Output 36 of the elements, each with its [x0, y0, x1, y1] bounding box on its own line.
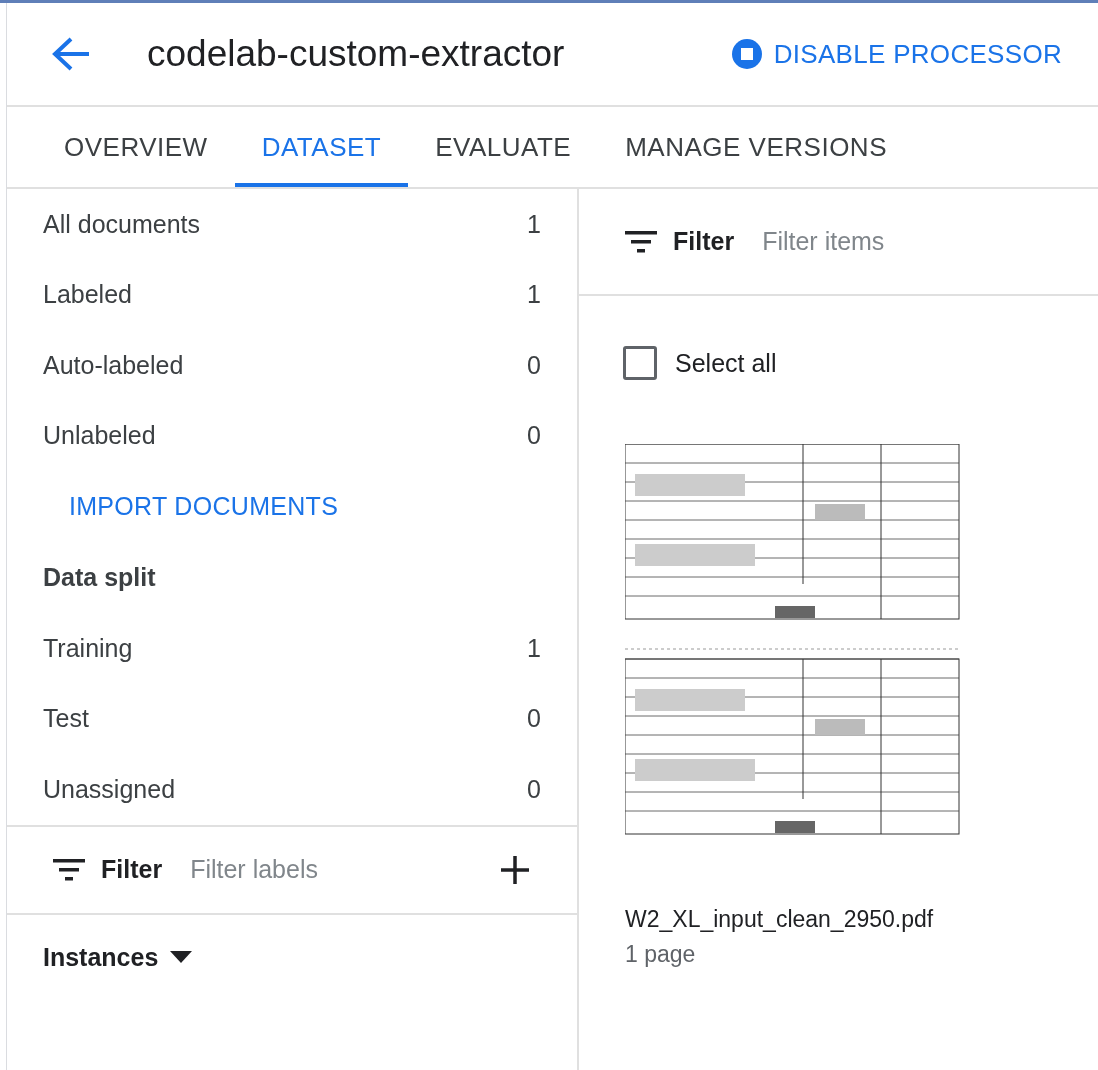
page-count: 1 page — [625, 941, 697, 968]
select-all-label: Select all — [675, 348, 777, 378]
select-all-checkbox[interactable] — [623, 346, 657, 380]
split-category[interactable]: Test — [43, 704, 89, 734]
tab[interactable]: DATASET — [234, 107, 409, 187]
stop-icon — [731, 39, 762, 69]
tab[interactable]: EVALUATE — [408, 107, 599, 187]
split-count: 1 — [527, 633, 541, 663]
instances-dropdown[interactable]: Instances — [43, 942, 193, 972]
filter-label: Filter — [101, 855, 163, 884]
document-category[interactable]: Labeled — [43, 280, 132, 310]
import-documents-button[interactable]: IMPORT DOCUMENTS — [69, 471, 339, 541]
back-arrow-icon — [51, 36, 91, 72]
filter-label: Filter — [673, 227, 735, 256]
disable-processor-button[interactable]: DISABLE PROCESSOR — [731, 38, 1062, 70]
tab[interactable]: OVERVIEW — [37, 107, 235, 187]
document-count: 1 — [527, 209, 541, 239]
split-count: 0 — [527, 704, 541, 734]
processor-title: codelab-custom-extractor — [147, 33, 566, 75]
split-category[interactable]: Unassigned — [43, 774, 176, 804]
document-count: 0 — [527, 350, 541, 380]
tab[interactable]: MANAGE VERSIONS — [598, 107, 914, 187]
add-icon[interactable] — [501, 855, 529, 884]
split-count: 0 — [527, 774, 541, 804]
document-category[interactable]: Unlabeled — [43, 421, 156, 451]
file-name[interactable]: W2_XL_input_clean_2950.pdf — [625, 906, 1098, 933]
caret-icon — [170, 951, 193, 963]
filter-icon — [625, 230, 657, 253]
document-count: 0 — [527, 421, 541, 451]
document-category[interactable]: All documents — [43, 209, 201, 239]
document-category[interactable]: Auto-labeled — [43, 350, 184, 380]
document-count: 1 — [527, 280, 541, 310]
back-button[interactable] — [51, 36, 91, 72]
filter-icon — [53, 858, 85, 881]
split-category[interactable]: Training — [43, 633, 133, 663]
data-split-heading: Data split — [42, 561, 157, 593]
